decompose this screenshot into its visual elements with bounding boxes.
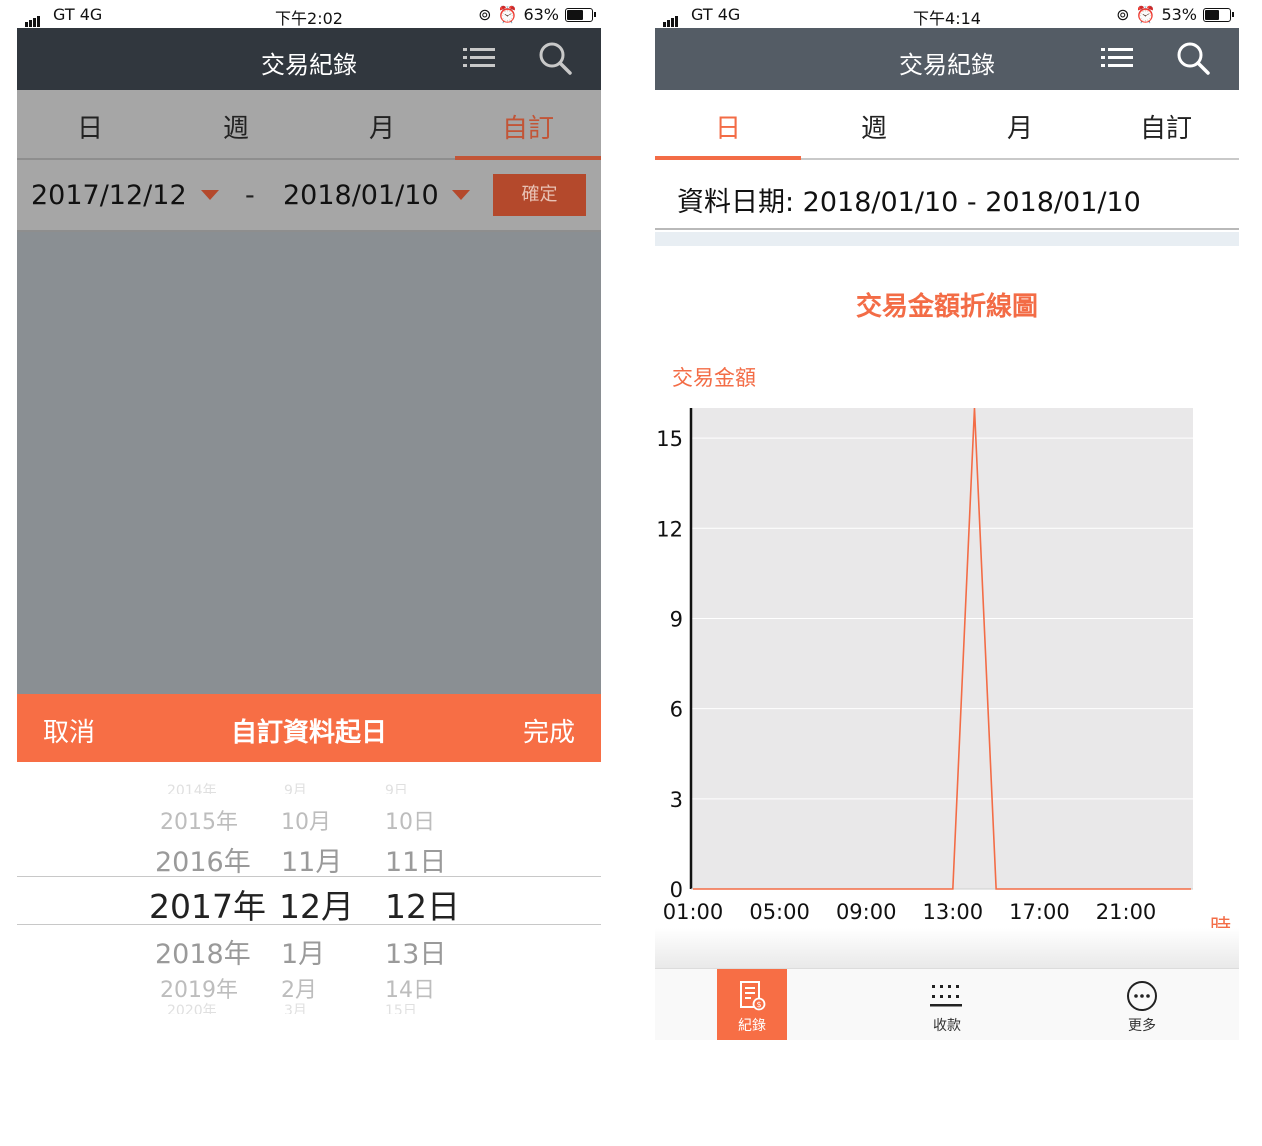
picker-row[interactable]: 2020年 3月 15日 <box>17 1000 601 1014</box>
date-range-row: 2017/12/12 - 2018/01/10 確定 <box>17 160 601 232</box>
chevron-down-icon[interactable] <box>452 190 470 200</box>
x-tick-label: 05:00 <box>749 900 810 924</box>
alarm-icon: ⏰ <box>497 5 518 24</box>
list-icon[interactable] <box>1101 45 1133 73</box>
picker-year: 2016年 <box>155 847 251 878</box>
battery-percent: 63% <box>523 5 559 24</box>
orientation-lock-icon: ⊚ <box>478 5 492 24</box>
picker-year: 2020年 <box>167 1003 217 1014</box>
y-axis-title: 交易金額 <box>672 366 756 390</box>
nav-label-more: 更多 <box>1128 1018 1156 1034</box>
picker-day: 15日 <box>385 1003 417 1014</box>
battery-icon <box>565 7 596 22</box>
date-separator: - <box>245 180 255 211</box>
picker-title: 自訂資料起日 <box>230 718 387 748</box>
nav-item-more[interactable]: 更多 <box>1107 969 1177 1040</box>
data-date-range: 資料日期: 2018/01/10 - 2018/01/10 <box>655 160 1239 230</box>
picker-day: 10日 <box>385 810 435 835</box>
y-tick-label: 9 <box>670 607 683 631</box>
x-tick-label: 09:00 <box>836 900 897 924</box>
tab-week[interactable]: 週 <box>801 90 947 158</box>
tab-custom[interactable]: 自訂 <box>455 90 601 160</box>
plot-area <box>691 408 1193 889</box>
picker-day: 11日 <box>385 847 447 878</box>
picker-day: 13日 <box>385 939 447 970</box>
dots-grid-icon <box>930 985 962 1007</box>
chart-title: 交易金額折線圖 <box>855 292 1038 322</box>
phone-screen-daily-chart: GT 4G 下午4:14 ⊚ ⏰ 53% 交易紀錄 日 週 月 自訂 資料日期:… <box>655 0 1239 1040</box>
orientation-lock-icon: ⊚ <box>1116 5 1130 24</box>
y-tick-label: 15 <box>656 427 683 451</box>
tab-month[interactable]: 月 <box>947 90 1093 158</box>
more-icon <box>1127 981 1157 1011</box>
x-tick-label: 21:00 <box>1096 900 1157 924</box>
y-tick-label: 0 <box>670 878 683 902</box>
period-tabs: 日 週 月 自訂 <box>17 90 601 160</box>
nav-item-collect[interactable]: 收款 <box>912 969 982 1040</box>
picker-month: 3月 <box>284 1003 307 1014</box>
start-date-select[interactable]: 2017/12/12 <box>31 180 187 211</box>
search-icon[interactable] <box>1175 40 1211 76</box>
chevron-down-icon[interactable] <box>201 190 219 200</box>
battery-percent: 53% <box>1161 5 1197 24</box>
receipt-icon: $ <box>740 981 766 1011</box>
app-header: 交易紀錄 <box>655 28 1239 90</box>
scroll-fade <box>655 928 1239 968</box>
date-picker-wheel[interactable]: 2014年 9月 9日 2015年 10月 10日 2016年 11月 11日 2017年 12月 1… <box>17 762 601 1040</box>
x-tick-label: 13:00 <box>923 900 984 924</box>
picker-month: 10月 <box>281 810 331 835</box>
picker-day: 9日 <box>385 783 408 794</box>
tab-month[interactable]: 月 <box>309 90 455 158</box>
tab-week[interactable]: 週 <box>163 90 309 158</box>
picker-year: 2014年 <box>167 783 217 794</box>
period-tabs: 日 週 月 自訂 <box>655 90 1239 160</box>
picker-month: 9月 <box>284 783 307 794</box>
modal-backdrop[interactable] <box>17 232 601 694</box>
battery-icon <box>1203 7 1234 22</box>
picker-year: 2015年 <box>160 810 238 835</box>
phone-screen-custom-range: GT 4G 下午2:02 ⊚ ⏰ 63% 交易紀錄 日 週 月 自訂 2017/… <box>17 0 601 1040</box>
picker-month: 12月 <box>279 887 354 926</box>
line-chart: 0369121501:00 05:00 09:00 13:00 17:00 21:00時 <box>656 407 1231 939</box>
x-tick-label: 17:00 <box>1009 900 1070 924</box>
picker-toolbar: 取消 自訂資料起日 完成 <box>17 694 601 762</box>
search-icon[interactable] <box>537 40 573 76</box>
y-tick-label: 6 <box>670 698 683 722</box>
y-tick-label: 12 <box>656 517 683 541</box>
done-button[interactable]: 完成 <box>523 712 575 749</box>
nav-label-records: 紀錄 <box>738 1018 766 1034</box>
end-date-select[interactable]: 2018/01/10 <box>283 180 439 211</box>
divider-stripe <box>655 232 1239 246</box>
page-title: 交易紀錄 <box>261 51 357 79</box>
nav-label-collect: 收款 <box>933 1018 961 1034</box>
list-icon[interactable] <box>463 45 495 73</box>
alarm-icon: ⏰ <box>1135 5 1156 24</box>
tab-custom[interactable]: 自訂 <box>1093 90 1239 158</box>
picker-month: 1月 <box>281 939 326 970</box>
picker-year: 2018年 <box>155 939 251 970</box>
picker-year: 2017年 <box>149 887 266 926</box>
picker-row[interactable]: 2014年 9月 9日 <box>17 780 601 794</box>
x-tick-label: 01:00 <box>663 900 724 924</box>
app-header: 交易紀錄 <box>17 28 601 90</box>
picker-month: 11月 <box>281 847 343 878</box>
svg-text:$: $ <box>756 1000 761 1009</box>
y-tick-label: 3 <box>670 788 683 812</box>
confirm-button[interactable]: 確定 <box>493 174 586 216</box>
picker-day: 12日 <box>385 887 460 926</box>
status-bar: GT 4G 下午2:02 ⊚ ⏰ 63% <box>17 0 601 28</box>
bottom-nav: $ 紀錄 收款 更多 <box>655 968 1239 1040</box>
tab-day[interactable]: 日 <box>655 90 801 160</box>
nav-item-records[interactable]: $ 紀錄 <box>717 969 787 1040</box>
status-bar: GT 4G 下午4:14 ⊚ ⏰ 53% <box>655 0 1239 28</box>
page-title: 交易紀錄 <box>899 51 995 79</box>
tab-day[interactable]: 日 <box>17 90 163 158</box>
